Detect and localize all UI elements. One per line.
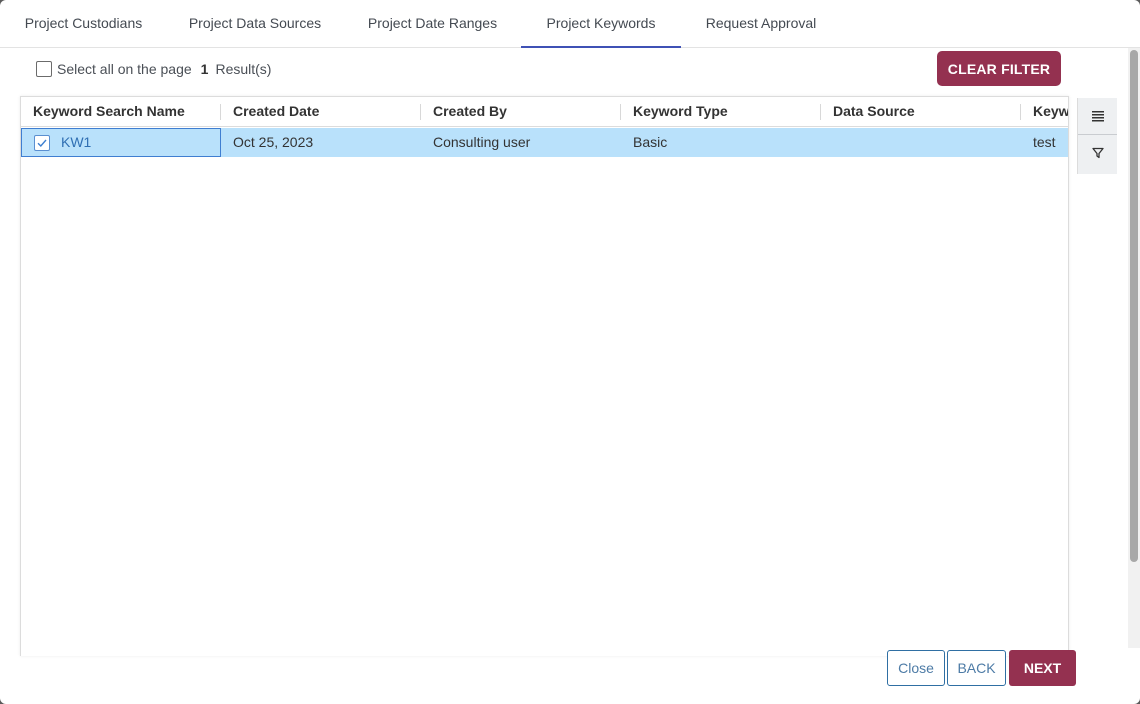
column-header-label: Created By (433, 103, 507, 119)
next-button[interactable]: NEXT (1009, 650, 1076, 686)
column-header-label: Keyw (1033, 103, 1069, 119)
columns-icon (1091, 111, 1104, 122)
tab-bar: Project Custodians Project Data Sources … (0, 0, 1140, 48)
column-header-data-source[interactable]: Data Source (821, 97, 1021, 126)
cell-keywords: test (1033, 134, 1056, 150)
column-header-label: Keyword Type (633, 103, 728, 119)
keywords-grid: Keyword Search Name Created Date Created… (20, 96, 1069, 656)
select-all-row: Select all on the page 1 Result(s) (36, 60, 271, 78)
vertical-scrollbar[interactable] (1128, 48, 1140, 648)
column-header-label: Created Date (233, 103, 320, 119)
column-header-keyword-type[interactable]: Keyword Type (621, 97, 821, 126)
tab-project-date-ranges[interactable]: Project Date Ranges (344, 0, 521, 48)
filter-panel-button[interactable] (1078, 135, 1117, 171)
keyword-link[interactable]: KW1 (61, 128, 91, 157)
column-header-keyword-search-name[interactable]: Keyword Search Name (21, 97, 221, 126)
cell-created-date: Oct 25, 2023 (233, 134, 314, 150)
column-header-created-date[interactable]: Created Date (221, 97, 421, 126)
scrollbar-thumb[interactable] (1130, 50, 1138, 562)
column-header-keywords[interactable]: Keyw (1021, 97, 1069, 126)
cell-created-by: Consulting user (433, 134, 531, 150)
column-header-created-by[interactable]: Created By (421, 97, 621, 126)
tab-project-data-sources[interactable]: Project Data Sources (166, 0, 344, 48)
row-checkbox[interactable] (34, 134, 50, 151)
select-all-checkbox[interactable] (36, 61, 52, 77)
cell-keyword-type: Basic (633, 134, 668, 150)
column-header-label: Keyword Search Name (33, 103, 185, 119)
tab-project-custodians[interactable]: Project Custodians (1, 0, 166, 48)
columns-panel-button[interactable] (1078, 98, 1117, 135)
tab-request-approval[interactable]: Request Approval (681, 0, 841, 48)
cell-data-source (821, 128, 1021, 157)
tab-project-keywords[interactable]: Project Keywords (521, 0, 681, 48)
column-header-label: Data Source (833, 103, 915, 119)
select-all-label: Select all on the page (57, 61, 192, 77)
close-button[interactable]: Close (887, 650, 945, 686)
result-count: 1 (200, 61, 209, 77)
clear-filter-button[interactable]: CLEAR FILTER (937, 51, 1061, 86)
check-icon (37, 139, 47, 147)
grid-tool-panel (1077, 98, 1117, 174)
cell-keyword-search-name[interactable]: KW1 (21, 128, 221, 157)
grid-header: Keyword Search Name Created Date Created… (21, 97, 1069, 127)
back-button[interactable]: BACK (947, 650, 1006, 686)
wizard-dialog: Project Custodians Project Data Sources … (0, 0, 1140, 704)
results-label: Result(s) (215, 61, 272, 77)
table-row[interactable]: KW1 Oct 25, 2023 Consulting user Basic t… (21, 128, 1068, 157)
filter-icon (1091, 147, 1104, 159)
